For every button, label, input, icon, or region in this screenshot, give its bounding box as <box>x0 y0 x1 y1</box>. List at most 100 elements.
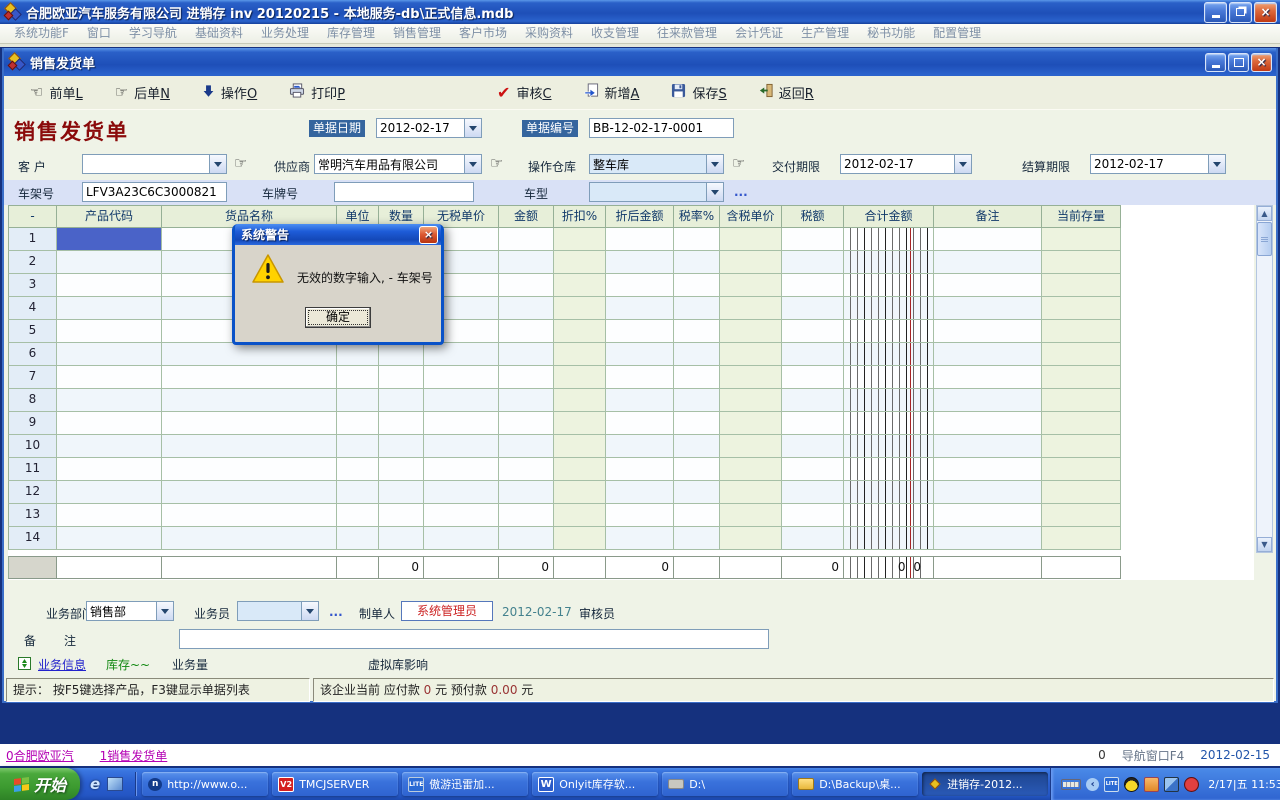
salesman-more-button[interactable]: ... <box>329 605 343 619</box>
doc-close-button[interactable]: × <box>1251 53 1272 72</box>
grid-cell[interactable] <box>844 320 934 343</box>
grid-cell[interactable] <box>424 458 499 481</box>
grid-cell[interactable] <box>782 481 844 504</box>
grid-col-header[interactable]: 产品代码 <box>57 205 162 228</box>
grid-cell[interactable] <box>337 389 379 412</box>
grid-cell[interactable] <box>499 504 554 527</box>
vertical-scrollbar[interactable]: ▲ ▼ <box>1256 205 1273 553</box>
grid-row-number[interactable]: 2 <box>8 251 57 274</box>
grid-cell[interactable] <box>674 412 720 435</box>
grid-row-number[interactable]: 1 <box>8 228 57 251</box>
grid-cell[interactable] <box>606 481 674 504</box>
grid-col-header[interactable]: 折后金额 <box>606 205 674 228</box>
selected-cell[interactable] <box>57 228 162 251</box>
menu-item-13[interactable]: 秘书功能 <box>858 24 924 43</box>
grid-cell[interactable] <box>844 458 934 481</box>
grid-cell[interactable] <box>782 412 844 435</box>
taskbar-button-2[interactable]: LITE傲游迅雷加... <box>402 772 528 796</box>
grid-cell[interactable] <box>674 504 720 527</box>
grid-cell[interactable] <box>554 527 606 550</box>
show-desktop-icon[interactable] <box>107 777 123 791</box>
grid-row-number[interactable]: 6 <box>8 343 57 366</box>
grid-cell[interactable] <box>720 389 782 412</box>
window-tab-1[interactable]: 1销售发货单 <box>100 747 168 764</box>
grid-cell[interactable] <box>934 527 1042 550</box>
grid-cell[interactable] <box>844 481 934 504</box>
grid-cell[interactable] <box>606 366 674 389</box>
grid-cell[interactable] <box>606 228 674 251</box>
grid-col-header[interactable]: 税率% <box>674 205 720 228</box>
grid-cell[interactable] <box>1042 320 1121 343</box>
toolbar-后单-button[interactable]: ☞后单N <box>115 83 170 102</box>
grid-cell[interactable] <box>720 251 782 274</box>
grid-cell[interactable] <box>554 389 606 412</box>
grid-cell[interactable] <box>554 412 606 435</box>
chevron-down-icon[interactable] <box>706 183 723 201</box>
grid-cell[interactable] <box>1042 435 1121 458</box>
grid-cell[interactable] <box>162 435 337 458</box>
grid-cell[interactable] <box>162 527 337 550</box>
grid-cell[interactable] <box>606 412 674 435</box>
grid-cell[interactable] <box>554 297 606 320</box>
grid-cell[interactable] <box>162 458 337 481</box>
grid-cell[interactable] <box>554 481 606 504</box>
toolbar-操作-button[interactable]: 操作O <box>202 83 257 102</box>
grid-col-header[interactable]: 税额 <box>782 205 844 228</box>
refresh-arrows-icon[interactable] <box>18 655 31 674</box>
grid-cell[interactable] <box>844 435 934 458</box>
menu-item-11[interactable]: 会计凭证 <box>726 24 792 43</box>
grid-cell[interactable] <box>57 458 162 481</box>
menu-item-3[interactable]: 基础资料 <box>186 24 252 43</box>
grid-cell[interactable] <box>162 366 337 389</box>
grid-cell[interactable] <box>554 504 606 527</box>
pointer-hand-icon[interactable]: ☞ <box>732 154 745 172</box>
taskbar-button-0[interactable]: nhttp://www.o... <box>142 772 268 796</box>
grid-cell[interactable] <box>499 366 554 389</box>
toolbar-返回-button[interactable]: 返回R <box>759 83 814 102</box>
grid-cell[interactable] <box>1042 228 1121 251</box>
model-more-button[interactable]: ... <box>734 185 748 199</box>
grid-cell[interactable] <box>57 366 162 389</box>
grid-row-number[interactable]: 9 <box>8 412 57 435</box>
grid-col-header[interactable]: 折扣% <box>554 205 606 228</box>
grid-cell[interactable] <box>1042 297 1121 320</box>
grid-cell[interactable] <box>379 481 424 504</box>
grid-cell[interactable] <box>424 343 499 366</box>
grid-row-number[interactable]: 14 <box>8 527 57 550</box>
date-dropdown[interactable]: 2012-02-17 <box>376 118 482 138</box>
grid-cell[interactable] <box>337 366 379 389</box>
grid-cell[interactable] <box>720 481 782 504</box>
grid-cell[interactable] <box>674 274 720 297</box>
toolbar-打印-button[interactable]: 打印P <box>289 83 345 102</box>
close-button[interactable]: × <box>1254 2 1277 23</box>
grid-cell[interactable] <box>720 274 782 297</box>
grid-cell[interactable] <box>57 527 162 550</box>
grid-cell[interactable] <box>934 412 1042 435</box>
grid-cell[interactable] <box>720 435 782 458</box>
grid-cell[interactable] <box>934 481 1042 504</box>
taskbar-button-1[interactable]: V2TMCJSERVER <box>272 772 398 796</box>
grid-cell[interactable] <box>606 297 674 320</box>
grid-cell[interactable] <box>844 343 934 366</box>
grid-col-header[interactable]: - <box>8 205 57 228</box>
grid-cell[interactable] <box>57 435 162 458</box>
menu-item-10[interactable]: 往来款管理 <box>648 24 726 43</box>
grid-cell[interactable] <box>499 389 554 412</box>
grid-cell[interactable] <box>844 389 934 412</box>
grid-cell[interactable] <box>674 435 720 458</box>
grid-cell[interactable] <box>499 458 554 481</box>
volume-icon[interactable] <box>1184 777 1199 792</box>
grid-cell[interactable] <box>499 527 554 550</box>
grid-cell[interactable] <box>934 435 1042 458</box>
grid-cell[interactable] <box>606 343 674 366</box>
grid-cell[interactable] <box>782 320 844 343</box>
grid-cell[interactable] <box>424 366 499 389</box>
grid-cell[interactable] <box>337 412 379 435</box>
grid-cell[interactable] <box>844 527 934 550</box>
taskbar-button-4[interactable]: D:\ <box>662 772 788 796</box>
grid-cell[interactable] <box>674 297 720 320</box>
grid-cell[interactable] <box>337 527 379 550</box>
grid-cell[interactable] <box>674 228 720 251</box>
grid-cell[interactable] <box>379 366 424 389</box>
menu-item-8[interactable]: 采购资料 <box>516 24 582 43</box>
